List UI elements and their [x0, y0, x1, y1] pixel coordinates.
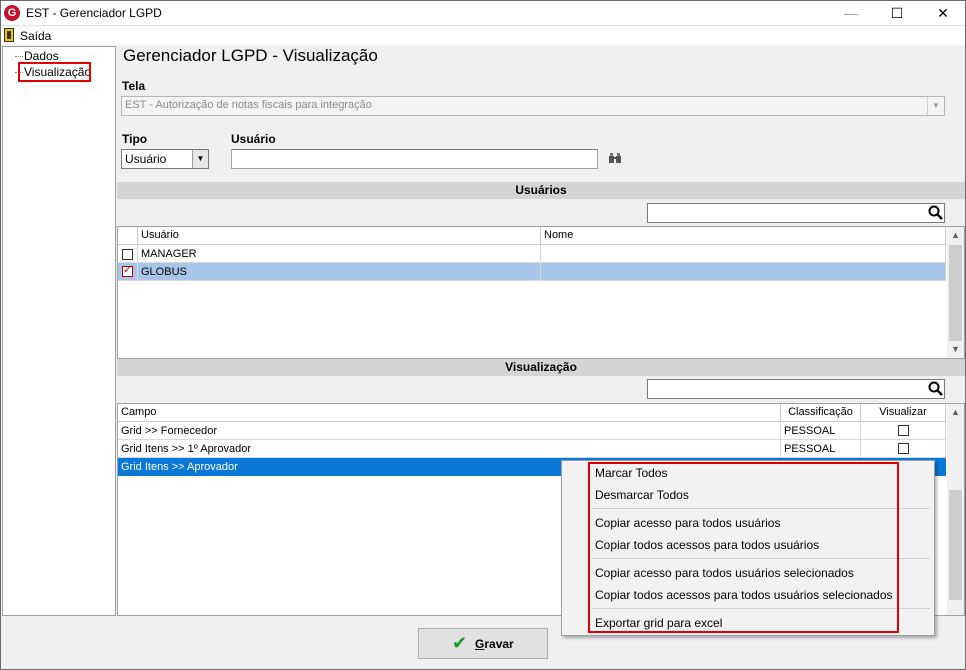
chevron-down-icon[interactable]: ▼ [947, 341, 964, 358]
usuario-label: Usuário [231, 132, 276, 146]
menu-bar [0, 26, 966, 45]
minimize-button[interactable]: — [828, 0, 874, 26]
classificacao-cell[interactable]: PESSOAL [781, 422, 861, 440]
close-button[interactable]: ✕ [920, 0, 966, 26]
search-icon[interactable] [928, 205, 943, 223]
visualizacao-search-input[interactable] [647, 379, 945, 399]
tipo-label: Tipo [122, 132, 148, 146]
usuarios-search-input[interactable] [647, 203, 945, 223]
grid-header-check [118, 227, 138, 245]
tipo-value: Usuário [125, 152, 167, 166]
page-title: Gerenciador LGPD - Visualização [123, 46, 378, 65]
usuario-cell[interactable]: MANAGER [138, 245, 541, 263]
nome-cell[interactable] [541, 245, 946, 263]
row-checkbox[interactable] [122, 263, 133, 277]
grid-header-nome[interactable]: Nome [541, 227, 946, 245]
grid-header-usuario[interactable]: Usuário [138, 227, 541, 245]
save-button-label: Gravar [475, 637, 514, 651]
annotation-highlight-box [588, 462, 899, 633]
search-icon[interactable] [928, 381, 943, 399]
campo-cell[interactable]: Grid Itens >> 1º Aprovador [118, 440, 781, 458]
grid-header-classificacao[interactable]: Classificação [781, 404, 861, 422]
annotation-highlight-box [18, 62, 91, 82]
scrollbar-thumb[interactable] [949, 245, 962, 341]
tela-label: Tela [122, 79, 146, 93]
usuario-input[interactable] [231, 149, 598, 169]
nome-cell[interactable] [541, 263, 946, 281]
exit-door-icon[interactable] [4, 28, 14, 42]
tree-connector [15, 56, 23, 57]
menu-exit[interactable]: Saída [20, 29, 51, 43]
visualizar-checkbox[interactable] [898, 443, 909, 454]
binoculars-search-icon[interactable] [609, 153, 621, 166]
usuarios-section-header: Usuários [117, 182, 965, 199]
classificacao-cell[interactable]: PESSOAL [781, 440, 861, 458]
maximize-button[interactable]: ☐ [874, 0, 920, 26]
tela-value: EST - Autorização de notas fiscais para … [125, 99, 372, 111]
visualizacao-section-header: Visualização [117, 359, 965, 376]
grid-header-campo[interactable]: Campo [118, 404, 781, 422]
navigation-tree [2, 46, 116, 616]
chevron-up-icon[interactable]: ▲ [947, 404, 964, 421]
visualizar-checkbox[interactable] [898, 425, 909, 436]
chevron-up-icon[interactable]: ▲ [947, 227, 964, 244]
chevron-down-icon[interactable]: ▼ [192, 150, 208, 168]
chevron-down-icon[interactable]: ▼ [927, 97, 944, 115]
app-logo-icon: G [4, 5, 20, 21]
usuario-cell[interactable]: GLOBUS [138, 263, 541, 281]
checkmark-icon: ✔ [452, 633, 468, 653]
campo-cell[interactable]: Grid >> Fornecedor [118, 422, 781, 440]
row-checkbox[interactable] [122, 249, 133, 260]
scrollbar-thumb[interactable] [949, 490, 962, 600]
tree-item-dados[interactable]: Dados [24, 49, 59, 63]
grid-header-visualizar[interactable]: Visualizar [861, 404, 946, 422]
window-title: EST - Gerenciador LGPD [26, 6, 162, 20]
